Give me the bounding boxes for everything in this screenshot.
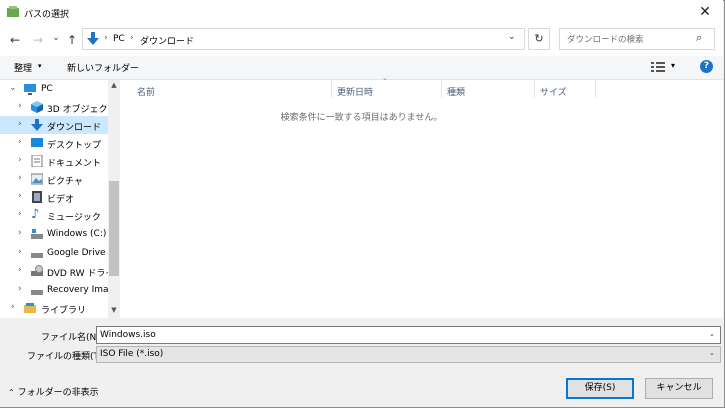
chevron-right-icon[interactable]: › bbox=[18, 101, 22, 111]
refresh-button[interactable]: ↻ bbox=[528, 28, 550, 50]
filename-label: ファイル名(N): bbox=[41, 333, 103, 343]
breadcrumb-separator: › bbox=[130, 33, 134, 43]
column-header-name[interactable]: 名前 bbox=[137, 85, 155, 98]
chevron-right-icon[interactable]: › bbox=[18, 173, 22, 183]
drive-icon bbox=[31, 253, 43, 258]
tree-item-pictures[interactable]: › ピクチャ bbox=[0, 170, 108, 188]
library-icon bbox=[24, 303, 36, 313]
tree-item-libraries[interactable]: › ライブラリ bbox=[0, 299, 108, 317]
drive-icon bbox=[31, 290, 43, 295]
scrollbar-thumb[interactable] bbox=[109, 181, 119, 276]
tree-item-recovery-image[interactable]: › Recovery Image bbox=[0, 281, 108, 299]
scroll-up-icon[interactable]: ▲ bbox=[108, 81, 120, 91]
column-header-modified[interactable]: 更新日時 bbox=[337, 85, 373, 98]
help-button[interactable]: ? bbox=[700, 60, 713, 73]
new-folder-button[interactable]: 新しいフォルダー bbox=[67, 61, 139, 74]
breadcrumb-pc[interactable]: PC bbox=[113, 34, 125, 44]
video-icon bbox=[32, 191, 42, 203]
organize-button[interactable]: 整理 bbox=[14, 61, 32, 74]
chevron-right-icon[interactable]: › bbox=[18, 191, 22, 201]
tree-item-windows-drive[interactable]: › Windows (C:) bbox=[0, 225, 108, 243]
chevron-right-icon[interactable]: › bbox=[18, 155, 22, 165]
chevron-right-icon[interactable]: › bbox=[18, 247, 22, 257]
hide-folders-button[interactable]: ⌃ フォルダーの非表示 bbox=[8, 385, 99, 398]
cancel-button[interactable]: キャンセル bbox=[645, 378, 713, 399]
save-button[interactable]: 保存(S) bbox=[566, 378, 634, 399]
window-title: パスの選択 bbox=[24, 10, 70, 20]
chevron-right-icon[interactable]: › bbox=[18, 137, 22, 147]
back-button[interactable]: ← bbox=[7, 32, 23, 48]
column-divider[interactable] bbox=[441, 80, 442, 98]
chevron-down-icon[interactable]: ⌄ bbox=[9, 83, 17, 93]
breadcrumb-downloads[interactable]: ダウンロード bbox=[140, 34, 194, 47]
pc-icon bbox=[24, 84, 36, 95]
desktop-icon bbox=[31, 138, 43, 147]
tree-item-downloads[interactable]: › ダウンロード bbox=[0, 116, 108, 134]
column-divider[interactable] bbox=[534, 80, 535, 98]
view-options-icon[interactable] bbox=[651, 62, 665, 72]
chevron-right-icon[interactable]: › bbox=[18, 119, 22, 129]
document-icon bbox=[31, 155, 43, 167]
column-divider[interactable] bbox=[331, 80, 332, 98]
tree-item-pc[interactable]: ⌄ PC bbox=[0, 80, 108, 98]
filename-input[interactable] bbox=[96, 326, 721, 344]
filename-value[interactable]: Windows.iso bbox=[100, 330, 156, 340]
column-header-type[interactable]: 種類 bbox=[447, 85, 465, 98]
sort-indicator-icon: ⌄ bbox=[382, 74, 388, 82]
download-arrow-icon bbox=[87, 32, 99, 45]
tree-item-videos[interactable]: › ビデオ bbox=[0, 188, 108, 206]
column-header-size[interactable]: サイズ bbox=[540, 85, 567, 98]
up-button[interactable]: ↑ bbox=[64, 32, 80, 48]
breadcrumb-separator: › bbox=[104, 33, 108, 43]
empty-folder-message: 検索条件に一致する項目はありません。 bbox=[280, 113, 443, 123]
chevron-up-icon: ⌃ bbox=[8, 388, 15, 397]
cube-icon bbox=[31, 101, 43, 113]
music-icon: ♪ bbox=[31, 207, 40, 222]
filename-dropdown-icon[interactable]: ⌄ bbox=[709, 330, 715, 338]
tree-item-documents[interactable]: › ドキュメント bbox=[0, 152, 108, 170]
organize-dropdown-icon[interactable]: ▾ bbox=[38, 62, 42, 70]
chevron-right-icon[interactable]: › bbox=[18, 228, 22, 238]
dvd-drive-icon bbox=[31, 265, 43, 276]
title-bar bbox=[0, 0, 723, 26]
tree-item-3d-objects[interactable]: › 3D オブジェクト bbox=[0, 98, 108, 116]
chevron-right-icon[interactable]: › bbox=[18, 265, 22, 275]
picture-icon bbox=[31, 173, 43, 185]
view-dropdown-icon[interactable]: ▾ bbox=[671, 61, 675, 70]
filetype-label: ファイルの種類(T): bbox=[27, 352, 106, 362]
filetype-value[interactable]: ISO File (*.iso) bbox=[100, 349, 163, 359]
tree-item-dvd-drive[interactable]: › DVD RW ドライブ bbox=[0, 262, 108, 280]
scroll-down-icon[interactable]: ▼ bbox=[108, 306, 120, 316]
forward-button[interactable]: → bbox=[30, 32, 46, 48]
column-divider[interactable] bbox=[595, 80, 596, 98]
chevron-right-icon[interactable]: › bbox=[18, 284, 22, 294]
tree-item-desktop[interactable]: › デスクトップ bbox=[0, 134, 108, 152]
chevron-right-icon[interactable]: › bbox=[11, 302, 15, 312]
recent-locations-button[interactable]: ⌄ bbox=[48, 30, 64, 46]
app-icon bbox=[7, 6, 19, 17]
close-button[interactable]: ✕ bbox=[688, 0, 722, 26]
tree-item-music[interactable]: › ♪ ミュージック bbox=[0, 206, 108, 224]
tree-item-google-drive[interactable]: › Google Drive (G:) bbox=[0, 244, 108, 262]
address-dropdown-icon[interactable]: ⌄ bbox=[508, 32, 516, 42]
filetype-dropdown-icon[interactable]: ⌄ bbox=[709, 349, 715, 357]
search-icon[interactable]: ⌕ bbox=[696, 31, 702, 45]
drive-windows-icon bbox=[31, 229, 43, 239]
search-placeholder: ダウンロードの検索 bbox=[567, 35, 644, 45]
chevron-right-icon[interactable]: › bbox=[18, 209, 22, 219]
filetype-select[interactable] bbox=[96, 346, 721, 363]
download-arrow-icon bbox=[31, 119, 43, 131]
